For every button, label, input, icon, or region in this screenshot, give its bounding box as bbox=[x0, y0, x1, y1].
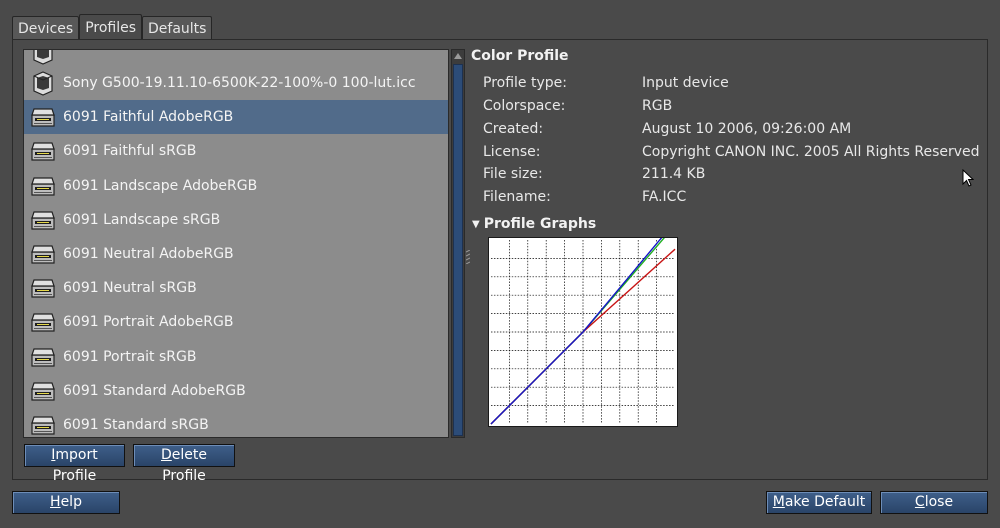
info-row-created: Created: August 10 2006, 09:26:00 AM bbox=[483, 121, 851, 137]
profile-list-item-label: 6091 Landscape AdobeRGB bbox=[63, 177, 258, 194]
scanner-icon bbox=[29, 308, 57, 336]
profile-list-item[interactable] bbox=[24, 50, 448, 66]
profile-list-item[interactable]: 6091 Neutral AdobeRGB bbox=[24, 237, 448, 271]
color-profile-title: Color Profile bbox=[471, 48, 569, 64]
monitor-icon bbox=[29, 69, 57, 97]
tab-devices[interactable]: Devices bbox=[12, 16, 80, 40]
close-button[interactable]: Close bbox=[880, 491, 988, 514]
profile-list-item-label: 6091 Portrait sRGB bbox=[63, 348, 197, 365]
scanner-icon bbox=[29, 411, 57, 437]
scanner-icon bbox=[29, 343, 57, 371]
profile-list-item-label: 6091 Portrait AdobeRGB bbox=[63, 314, 234, 331]
monitor-icon bbox=[29, 50, 57, 66]
tab-defaults[interactable]: Defaults bbox=[142, 16, 213, 40]
profile-list-item-label: 6091 Neutral sRGB bbox=[63, 280, 197, 297]
info-value: FA.ICC bbox=[642, 189, 687, 205]
scrollbar-thumb[interactable] bbox=[453, 64, 463, 436]
delete-profile-button[interactable]: Delete Profile bbox=[133, 444, 235, 484]
info-key: Filename: bbox=[483, 189, 551, 205]
profile-list-item-label: 6091 Neutral AdobeRGB bbox=[63, 245, 234, 262]
profile-list-item[interactable]: 6091 Faithful sRGB bbox=[24, 134, 448, 168]
profile-list-item[interactable]: 6091 Faithful AdobeRGB bbox=[24, 100, 448, 135]
info-row-colorspace: Colorspace: RGB bbox=[483, 98, 672, 114]
info-row-filename: Filename: FA.ICC bbox=[483, 189, 686, 205]
info-row-profile-type: Profile type: Input device bbox=[483, 75, 729, 91]
profile-curve-graph bbox=[488, 237, 678, 427]
profile-list-item[interactable]: 6091 Landscape sRGB bbox=[24, 203, 448, 237]
profile-list-item[interactable]: 6091 Portrait AdobeRGB bbox=[24, 305, 448, 339]
profile-list-item[interactable]: 6091 Neutral sRGB bbox=[24, 271, 448, 305]
info-key: Colorspace: bbox=[483, 98, 566, 114]
expander-triangle-icon[interactable]: ▼ bbox=[472, 219, 480, 230]
pane-resize-grip-icon[interactable] bbox=[466, 250, 470, 264]
scanner-icon bbox=[29, 137, 57, 165]
info-key: License: bbox=[483, 144, 541, 160]
info-value: 211.4 KB bbox=[642, 166, 706, 182]
scanner-icon bbox=[29, 377, 57, 405]
profile-list-item[interactable]: Sony G500-19.11.10-6500K-22-100%-0 100-l… bbox=[24, 66, 448, 100]
profile-list-item-label: 6091 Standard AdobeRGB bbox=[63, 382, 246, 399]
profile-graphs-expander[interactable]: ▼ Profile Graphs bbox=[472, 216, 596, 232]
info-key: File size: bbox=[483, 166, 543, 182]
scanner-icon bbox=[29, 103, 57, 131]
profile-list-item-label: 6091 Faithful sRGB bbox=[63, 143, 197, 160]
profile-graphs-title: Profile Graphs bbox=[483, 216, 597, 232]
info-value: RGB bbox=[642, 98, 673, 114]
profile-list-item[interactable]: 6091 Standard AdobeRGB bbox=[24, 374, 448, 408]
profile-list-item-label: 6091 Faithful AdobeRGB bbox=[63, 109, 234, 126]
profile-list-item-label: 6091 Landscape sRGB bbox=[63, 211, 221, 228]
info-key: Created: bbox=[483, 121, 544, 137]
info-row-license: License: Copyright CANON INC. 2005 All Ri… bbox=[483, 144, 980, 160]
profile-list-item[interactable]: 6091 Landscape AdobeRGB bbox=[24, 169, 448, 203]
tab-profiles[interactable]: Profiles bbox=[79, 14, 143, 40]
info-row-file-size: File size: 211.4 KB bbox=[483, 166, 705, 182]
import-profile-button[interactable]: Import Profile bbox=[24, 444, 125, 484]
profile-list[interactable]: Sony G500-19.11.10-6500K-22-100%-0 100-l… bbox=[23, 49, 449, 438]
make-default-button[interactable]: Make Default bbox=[766, 491, 872, 514]
info-key: Profile type: bbox=[483, 75, 567, 91]
profile-list-item[interactable]: 6091 Standard sRGB bbox=[24, 408, 448, 437]
profile-list-item[interactable]: 6091 Portrait sRGB bbox=[24, 340, 448, 374]
help-button[interactable]: Help bbox=[12, 491, 120, 514]
profile-list-item-label: 6091 Standard sRGB bbox=[63, 416, 209, 433]
info-value: Input device bbox=[642, 75, 729, 91]
profile-list-item-label: Sony G500-19.11.10-6500K-22-100%-0 100-l… bbox=[63, 75, 416, 91]
info-value: August 10 2006, 09:26:00 AM bbox=[642, 121, 852, 137]
scanner-icon bbox=[29, 206, 57, 234]
mouse-cursor-icon bbox=[962, 169, 974, 187]
scanner-icon bbox=[29, 172, 57, 200]
tab-bar: Devices Profiles Defaults bbox=[12, 14, 213, 40]
profile-list-scrollbar[interactable] bbox=[451, 49, 465, 438]
profile-list-items: Sony G500-19.11.10-6500K-22-100%-0 100-l… bbox=[24, 50, 448, 437]
info-value: Copyright CANON INC. 2005 All Rights Res… bbox=[642, 144, 980, 160]
scroll-up-arrow-icon[interactable] bbox=[454, 53, 462, 59]
scanner-icon bbox=[29, 274, 57, 302]
scanner-icon bbox=[29, 240, 57, 268]
